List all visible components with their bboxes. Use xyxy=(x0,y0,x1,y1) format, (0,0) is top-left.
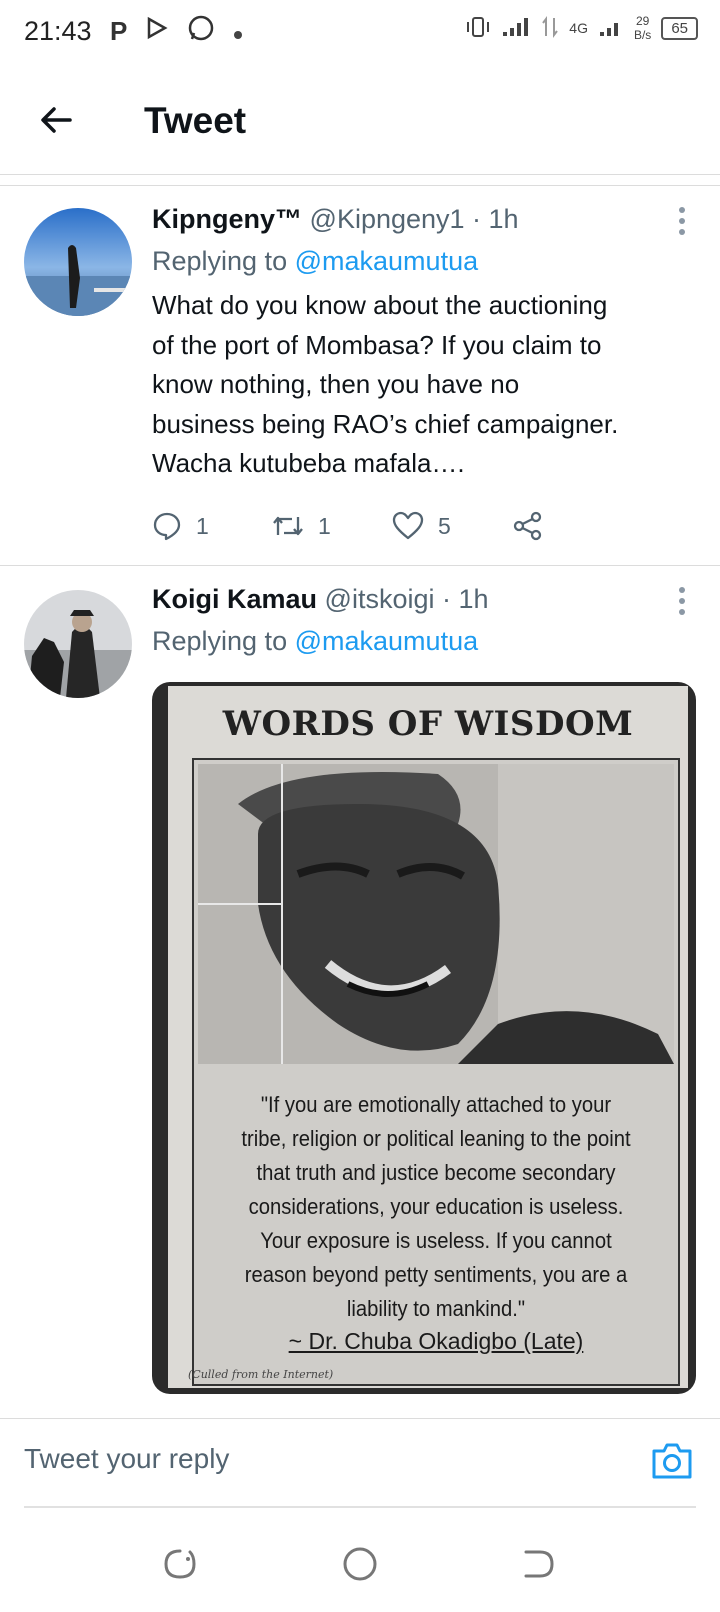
more-options-icon[interactable] xyxy=(678,206,686,236)
mention-link[interactable]: @makaumutua xyxy=(295,246,479,276)
heart-icon xyxy=(392,511,424,540)
reply-count: 1 xyxy=(196,512,209,539)
notification-icons: P xyxy=(110,14,243,49)
like-button[interactable]: 5 xyxy=(392,506,512,546)
reply-icon xyxy=(153,512,181,541)
clipping-headline: WORDS OF WISDOM xyxy=(222,704,634,744)
divider xyxy=(0,185,720,186)
p-icon: P xyxy=(110,16,128,46)
status-right: 4G 29 B/s 65 xyxy=(465,14,698,42)
home-icon[interactable] xyxy=(340,1544,380,1584)
signal-4g-icon xyxy=(598,16,624,41)
back-icon[interactable] xyxy=(518,1544,558,1584)
divider xyxy=(0,565,720,566)
back-arrow-icon[interactable] xyxy=(36,100,76,140)
mention-link[interactable]: @makaumutua xyxy=(295,626,479,656)
vibrate-icon xyxy=(465,16,491,41)
data-transfer-icon xyxy=(541,15,559,41)
reply-composer: Tweet your reply xyxy=(0,1418,720,1507)
share-button[interactable] xyxy=(512,506,632,546)
share-icon xyxy=(513,511,542,541)
network-type: 4G xyxy=(569,20,588,36)
more-options-icon[interactable] xyxy=(678,586,686,616)
clipping-credit: (Culled from the Internet) xyxy=(188,1368,334,1381)
author-handle-time: @Kipngeny1 · 1h xyxy=(309,204,519,234)
replying-to: Replying to @makaumutua xyxy=(152,626,479,656)
reply-input[interactable]: Tweet your reply xyxy=(24,1443,229,1475)
portrait-photo xyxy=(198,764,674,1064)
tweet-actions: 1 1 5 xyxy=(152,506,632,546)
clipping-quote: "If you are emotionally attached to your… xyxy=(241,1092,631,1321)
tweet-text: What do you know about the auctioning of… xyxy=(152,290,619,478)
whatsapp-icon xyxy=(187,14,215,49)
replying-to: Replying to @makaumutua xyxy=(152,246,479,276)
page-title: Tweet xyxy=(144,100,247,141)
author-name[interactable]: Kipngeny™ xyxy=(152,204,302,234)
battery-indicator: 65 xyxy=(661,16,698,40)
tweet-author: Kipngeny™ @Kipngeny1 · 1h xyxy=(152,204,519,235)
status-bar: 21:43 P 4G 29 B/s 65 xyxy=(0,0,720,64)
signal-icon xyxy=(501,16,531,41)
author-handle-time: @itskoigi · 1h xyxy=(324,584,489,614)
dot-icon xyxy=(233,16,243,47)
author-name[interactable]: Koigi Kamau xyxy=(152,584,317,614)
clipping-attribution: ~ Dr. Chuba Okadigbo (Late) xyxy=(288,1328,584,1354)
play-store-icon xyxy=(145,16,169,47)
retweet-button[interactable]: 1 xyxy=(272,506,392,546)
like-count: 5 xyxy=(438,512,451,539)
retweet-count: 1 xyxy=(318,512,331,539)
divider xyxy=(24,1506,696,1508)
system-nav-bar xyxy=(0,1520,720,1612)
status-time: 21:43 xyxy=(24,16,92,46)
avatar[interactable] xyxy=(24,208,132,316)
recent-apps-icon[interactable] xyxy=(160,1544,200,1584)
avatar[interactable] xyxy=(24,590,132,698)
retweet-icon xyxy=(273,516,303,536)
tweet-author: Koigi Kamau @itskoigi · 1h xyxy=(152,584,489,615)
reply-button[interactable]: 1 xyxy=(152,506,272,546)
tweet-media-image[interactable]: WORDS OF WISDOM "If you are emotionally … xyxy=(152,682,696,1394)
newspaper-clipping: WORDS OF WISDOM "If you are emotionally … xyxy=(168,686,688,1388)
network-speed: 29 B/s xyxy=(633,14,652,42)
clipping-frame: "If you are emotionally attached to your… xyxy=(192,758,680,1386)
app-header: Tweet xyxy=(0,78,720,175)
camera-icon[interactable] xyxy=(650,1439,694,1483)
